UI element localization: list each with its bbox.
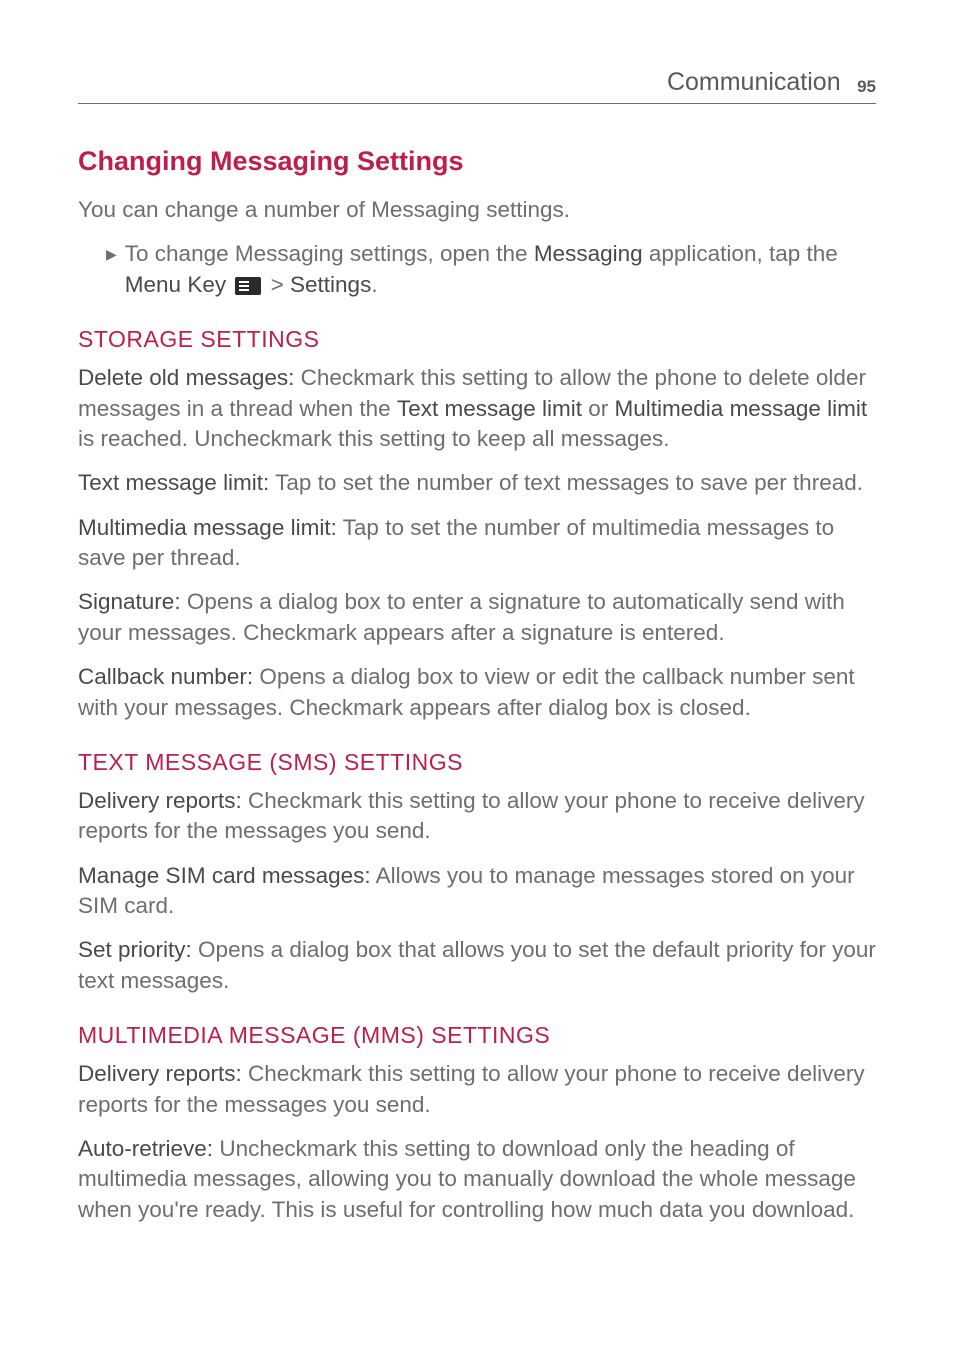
bold-messaging: Messaging bbox=[534, 241, 643, 266]
setting-multimedia-message-limit: Multimedia message limit: Tap to set the… bbox=[78, 513, 876, 574]
intro-text: You can change a number of Messaging set… bbox=[78, 195, 876, 225]
setting-label: Multimedia message limit: bbox=[78, 515, 337, 540]
bold-menu-key: Menu Key bbox=[125, 272, 226, 297]
setting-sms-delivery-reports: Delivery reports: Checkmark this setting… bbox=[78, 786, 876, 847]
setting-label: Set priority: bbox=[78, 937, 192, 962]
text-fragment: . bbox=[371, 272, 377, 297]
bullet-text: To change Messaging settings, open the M… bbox=[125, 239, 876, 300]
bullet-item: ▶ To change Messaging settings, open the… bbox=[106, 239, 876, 300]
setting-label: Signature: bbox=[78, 589, 181, 614]
setting-auto-retrieve: Auto-retrieve: Uncheckmark this setting … bbox=[78, 1134, 876, 1225]
heading-changing-messaging-settings: Changing Messaging Settings bbox=[78, 146, 876, 177]
text-fragment: To change Messaging settings, open the bbox=[125, 241, 534, 266]
setting-label: Manage SIM card messages: bbox=[78, 863, 371, 888]
setting-label: Delivery reports: bbox=[78, 1061, 242, 1086]
setting-label: Text message limit: bbox=[78, 470, 269, 495]
bold-settings: Settings bbox=[290, 272, 371, 297]
setting-mms-delivery-reports: Delivery reports: Checkmark this setting… bbox=[78, 1059, 876, 1120]
text-fragment: Opens a dialog box that allows you to se… bbox=[78, 937, 876, 992]
text-fragment: Opens a dialog box to enter a signature … bbox=[78, 589, 845, 644]
setting-manage-sim-card: Manage SIM card messages: Allows you to … bbox=[78, 861, 876, 922]
text-fragment: or bbox=[582, 396, 615, 421]
heading-storage-settings: STORAGE SETTINGS bbox=[78, 326, 876, 353]
menu-key-icon bbox=[235, 277, 261, 295]
setting-set-priority: Set priority: Opens a dialog box that al… bbox=[78, 935, 876, 996]
setting-delete-old-messages: Delete old messages: Checkmark this sett… bbox=[78, 363, 876, 454]
setting-label: Delete old messages: bbox=[78, 365, 294, 390]
heading-mms-settings: MULTIMEDIA MESSAGE (MMS) SETTINGS bbox=[78, 1022, 876, 1049]
setting-label: Callback number: bbox=[78, 664, 253, 689]
setting-text-message-limit: Text message limit: Tap to set the numbe… bbox=[78, 468, 876, 498]
page-header: Communication 95 bbox=[78, 68, 876, 104]
setting-callback-number: Callback number: Opens a dialog box to v… bbox=[78, 662, 876, 723]
page-number: 95 bbox=[857, 77, 876, 96]
setting-label: Auto-retrieve: bbox=[78, 1136, 213, 1161]
heading-sms-settings: TEXT MESSAGE (SMS) SETTINGS bbox=[78, 749, 876, 776]
triangle-bullet-icon: ▶ bbox=[106, 246, 117, 263]
text-fragment: is reached. Uncheckmark this setting to … bbox=[78, 426, 670, 451]
setting-signature: Signature: Opens a dialog box to enter a… bbox=[78, 587, 876, 648]
header-section-title: Communication bbox=[667, 68, 841, 96]
text-fragment: application, tap the bbox=[643, 241, 838, 266]
setting-label: Delivery reports: bbox=[78, 788, 242, 813]
text-fragment: > bbox=[264, 272, 290, 297]
bold-text-message-limit: Text message limit bbox=[397, 396, 582, 421]
bold-multimedia-message-limit: Multimedia message limit bbox=[615, 396, 868, 421]
text-fragment: Tap to set the number of text messages t… bbox=[269, 470, 863, 495]
